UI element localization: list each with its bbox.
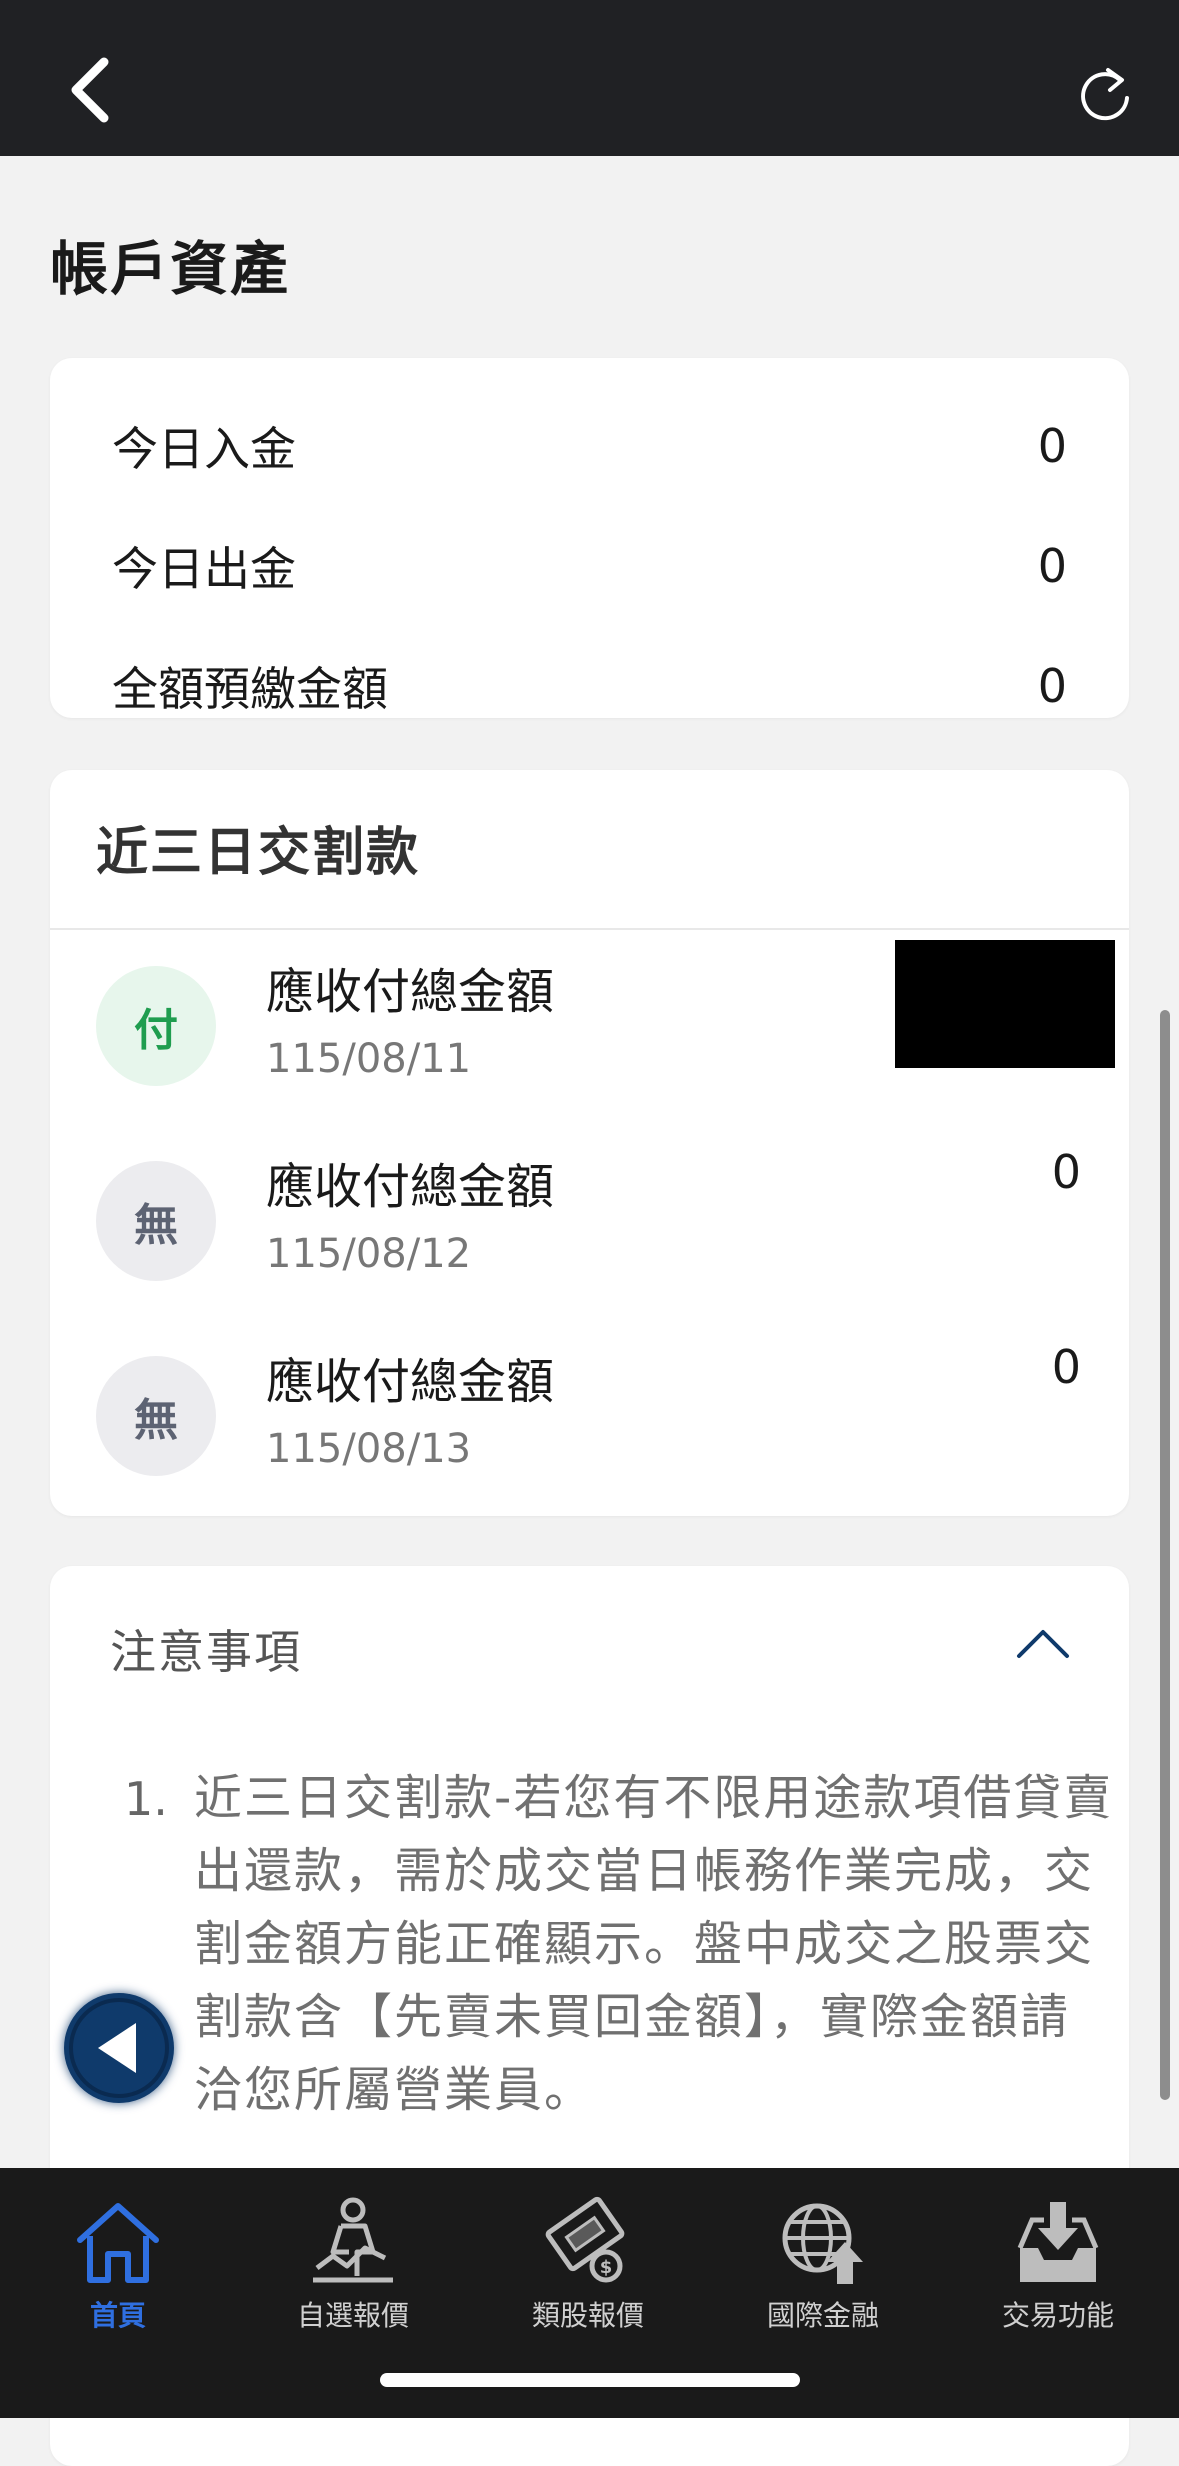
- triangle-left-icon: [69, 1998, 169, 2098]
- home-indicator: [380, 2373, 800, 2387]
- summary-label: 今日出金: [112, 542, 296, 596]
- summary-row-deposit: 今日入金 0: [112, 416, 1067, 476]
- divider: [50, 928, 1129, 930]
- note-text: 近三日交割款-若您有不限用途款項借貸賣出還款，需於成交當日帳務作業完成，交割金額…: [194, 1770, 1114, 2118]
- redacted-amount: [895, 940, 1115, 1068]
- tray-download-icon: [1017, 2202, 1099, 2282]
- nav-label: 國際金融: [766, 2299, 879, 2332]
- settlement-item[interactable]: 無 應收付總金額 115/08/13 0: [50, 1326, 1129, 1506]
- summary-row-withdrawal: 今日出金 0: [112, 536, 1067, 596]
- nav-label: 交易功能: [1001, 2299, 1114, 2332]
- floating-back-button[interactable]: [64, 1993, 174, 2103]
- nav-label: 類股報價: [531, 2299, 644, 2332]
- nav-label: 自選報價: [296, 2299, 409, 2332]
- settlement-label: 應收付總金額: [266, 1354, 555, 1410]
- person-chart-icon: [313, 2197, 393, 2283]
- globe-arrow-icon: [782, 2203, 863, 2284]
- settlement-date: 115/08/13: [266, 1426, 472, 1472]
- nav-label: 首頁: [89, 2299, 146, 2332]
- settlement-amount: 0: [1051, 1340, 1081, 1394]
- settlement-card: 近三日交割款 付 應收付總金額 115/08/11 無 應收付總金額 115/0…: [50, 770, 1129, 1516]
- settlement-label: 應收付總金額: [266, 964, 555, 1020]
- pay-badge: 付: [96, 966, 216, 1086]
- nav-trading[interactable]: 交易功能: [958, 2188, 1158, 2338]
- summary-label: 全額預繳金額: [112, 662, 388, 716]
- film-coin-icon: $: [545, 2196, 625, 2283]
- settlement-label: 應收付總金額: [266, 1159, 555, 1215]
- settlement-date: 115/08/11: [266, 1036, 472, 1082]
- settlement-item[interactable]: 無 應收付總金額 115/08/12 0: [50, 1131, 1129, 1311]
- settlement-date: 115/08/12: [266, 1231, 472, 1277]
- nav-sector-quotes[interactable]: $ 類股報價: [488, 2188, 688, 2338]
- summary-label: 今日入金: [112, 422, 296, 476]
- notes-title: 注意事項: [110, 1625, 302, 1679]
- chevron-up-icon: [1017, 1630, 1069, 1658]
- back-button[interactable]: [52, 50, 132, 130]
- nav-home[interactable]: 首頁: [18, 2188, 218, 2338]
- top-bar: [0, 0, 1179, 156]
- refresh-button[interactable]: [1070, 60, 1140, 130]
- refresh-icon: [1081, 68, 1129, 121]
- settlement-amount: 0: [1051, 1145, 1081, 1199]
- summary-value: 0: [1037, 419, 1067, 473]
- summary-card: 今日入金 0 今日出金 0 全額預繳金額 0: [50, 358, 1129, 718]
- scrollbar[interactable]: [1160, 1010, 1170, 2100]
- page-title: 帳戶資產: [50, 235, 291, 303]
- none-badge: 無: [96, 1161, 216, 1281]
- none-badge: 無: [96, 1356, 216, 1476]
- collapse-button[interactable]: [1015, 1626, 1071, 1660]
- nav-international[interactable]: 國際金融: [723, 2188, 923, 2338]
- note-number: 1.: [124, 1772, 168, 1826]
- svg-text:$: $: [600, 2257, 613, 2278]
- summary-value: 0: [1037, 539, 1067, 593]
- summary-value: 0: [1037, 659, 1067, 713]
- chevron-left-icon: [71, 57, 109, 123]
- home-icon: [77, 2203, 159, 2283]
- nav-watchlist[interactable]: 自選報價: [253, 2188, 453, 2338]
- summary-row-prepaid: 全額預繳金額 0: [112, 656, 1067, 716]
- settlement-title: 近三日交割款: [96, 823, 421, 883]
